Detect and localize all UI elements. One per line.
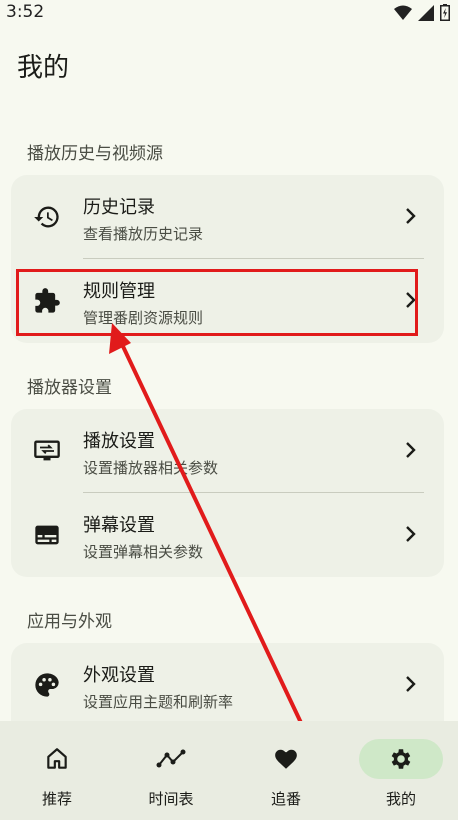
history-subtitle: 查看播放历史记录 bbox=[83, 225, 204, 243]
history-icon bbox=[33, 203, 61, 231]
danmaku-title: 弹幕设置 bbox=[83, 515, 155, 536]
nav-label: 推荐 bbox=[41, 790, 72, 808]
nav-item-timeline[interactable]: 时间表 bbox=[114, 721, 228, 820]
nav-pill bbox=[244, 739, 328, 779]
nav-item-following[interactable]: 追番 bbox=[229, 721, 343, 820]
nav-label: 我的 bbox=[385, 790, 416, 808]
player-row[interactable]: 播放设置 设置播放器相关参数 bbox=[11, 409, 444, 493]
nav-item-mine[interactable]: 我的 bbox=[344, 721, 458, 820]
nav-item-recommend[interactable]: 推荐 bbox=[0, 721, 114, 820]
status-icons bbox=[394, 4, 450, 21]
chevron-right-icon bbox=[406, 442, 416, 458]
player-title: 播放设置 bbox=[83, 431, 155, 452]
nav-label: 时间表 bbox=[148, 790, 194, 808]
status-time: 3:52 bbox=[6, 2, 45, 22]
subtitles-icon bbox=[33, 521, 61, 549]
gear-icon bbox=[391, 749, 411, 769]
signal-icon bbox=[418, 4, 434, 21]
chevron-right-icon bbox=[406, 526, 416, 542]
player-settings-card: 播放设置 设置播放器相关参数 弹幕设置 设置弹幕相关参数 bbox=[11, 409, 444, 577]
tv-settings-icon bbox=[33, 437, 61, 465]
nav-pill-active bbox=[359, 739, 443, 779]
nav-pill bbox=[129, 739, 213, 779]
section-header-history: 播放历史与视频源 bbox=[27, 144, 163, 164]
highlight-box bbox=[16, 269, 418, 336]
history-title: 历史记录 bbox=[83, 197, 155, 218]
section-header-appearance: 应用与外观 bbox=[27, 612, 112, 632]
danmaku-row[interactable]: 弹幕设置 设置弹幕相关参数 bbox=[11, 493, 444, 577]
palette-icon bbox=[33, 671, 61, 699]
history-row[interactable]: 历史记录 查看播放历史记录 bbox=[11, 175, 444, 259]
player-subtitle: 设置播放器相关参数 bbox=[83, 459, 219, 477]
chevron-right-icon bbox=[406, 676, 416, 692]
appearance-title: 外观设置 bbox=[83, 665, 155, 686]
page-title: 我的 bbox=[17, 53, 70, 83]
nav-label: 追番 bbox=[270, 790, 301, 808]
chevron-right-icon bbox=[406, 208, 416, 224]
battery-icon bbox=[440, 4, 450, 21]
heart-icon bbox=[275, 749, 297, 769]
wifi-icon bbox=[394, 5, 412, 20]
home-icon bbox=[47, 748, 67, 769]
danmaku-subtitle: 设置弹幕相关参数 bbox=[83, 543, 204, 561]
appearance-subtitle: 设置应用主题和刷新率 bbox=[83, 693, 234, 711]
bottom-nav: 推荐 时间表 追番 我的 bbox=[0, 721, 458, 820]
section-header-player: 播放器设置 bbox=[27, 378, 112, 398]
nav-pill bbox=[15, 739, 99, 779]
status-bar: 3:52 bbox=[0, 0, 458, 26]
timeline-icon bbox=[156, 749, 186, 768]
appearance-row[interactable]: 外观设置 设置应用主题和刷新率 bbox=[11, 643, 444, 727]
